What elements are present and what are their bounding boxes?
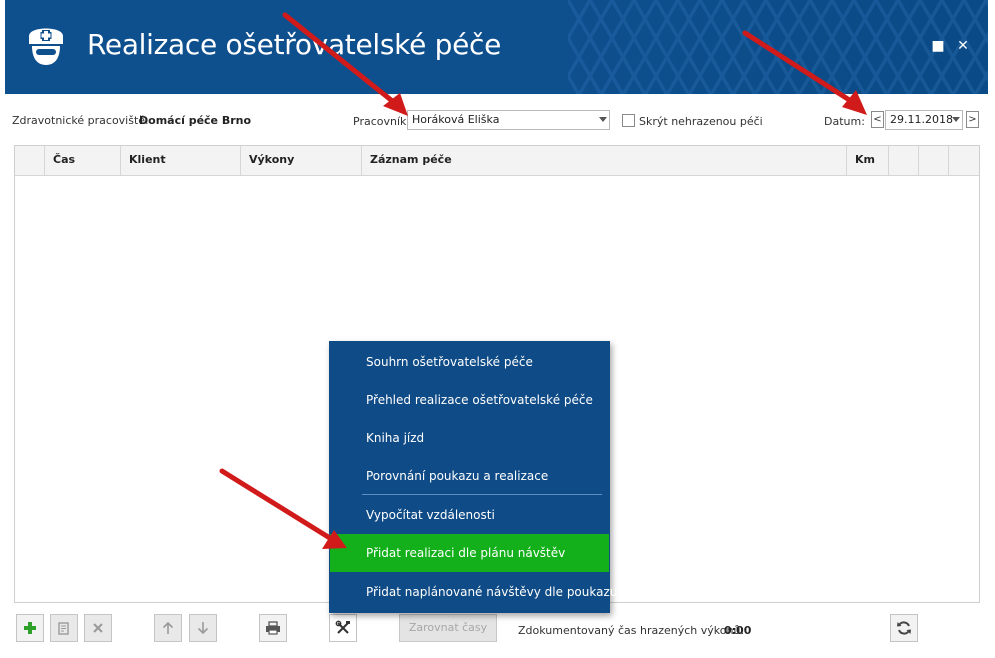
add-button[interactable] bbox=[16, 614, 44, 642]
column-header-time[interactable]: Čas bbox=[45, 146, 121, 176]
date-prev-button[interactable]: < bbox=[871, 111, 884, 128]
filter-bar: Zdravotnické pracoviště: Domácí péče Brn… bbox=[12, 108, 982, 134]
column-header-extra-1[interactable] bbox=[889, 146, 919, 176]
move-up-icon bbox=[162, 621, 174, 634]
tools-context-menu: Souhrn ošetřovatelské péče Přehled reali… bbox=[329, 341, 617, 613]
edit-button[interactable] bbox=[50, 614, 78, 642]
workplace-label: Zdravotnické pracoviště: bbox=[12, 114, 149, 127]
menu-item-care-summary[interactable]: Souhrn ošetřovatelské péče bbox=[330, 343, 609, 381]
column-header-select[interactable] bbox=[15, 146, 45, 176]
menu-separator bbox=[362, 494, 602, 495]
date-value: 29.11.2018 bbox=[890, 113, 953, 126]
move-down-icon bbox=[197, 622, 209, 635]
hide-unpaid-checkbox[interactable] bbox=[622, 114, 635, 127]
date-next-button[interactable]: > bbox=[966, 111, 979, 128]
title-bar: Realizace ošetřovatelské péče ■ ✕ bbox=[5, 0, 988, 94]
window-title: Realizace ošetřovatelské péče bbox=[87, 28, 502, 61]
date-picker[interactable]: 29.11.2018 bbox=[885, 110, 963, 130]
print-button[interactable] bbox=[259, 614, 287, 642]
worker-select-value: Horáková Eliška bbox=[412, 113, 500, 126]
edit-icon bbox=[58, 622, 69, 635]
menu-item-voucher-comparison[interactable]: Porovnání poukazu a realizace bbox=[330, 457, 609, 495]
column-header-services[interactable]: Výkony bbox=[241, 146, 362, 176]
add-icon bbox=[24, 622, 36, 634]
move-up-button[interactable] bbox=[154, 614, 182, 642]
hide-unpaid-label: Skrýt nehrazenou péči bbox=[639, 115, 763, 128]
nurse-logo-icon bbox=[29, 28, 63, 65]
refresh-icon bbox=[897, 621, 911, 635]
menu-item-logbook[interactable]: Kniha jízd bbox=[330, 419, 609, 457]
column-header-care-record[interactable]: Záznam péče bbox=[362, 146, 847, 176]
worker-select[interactable]: Horáková Eliška bbox=[407, 110, 610, 130]
move-down-button[interactable] bbox=[189, 614, 217, 642]
chevron-down-icon bbox=[599, 117, 607, 122]
column-header-km[interactable]: Km bbox=[847, 146, 889, 176]
menu-item-calculate-distances[interactable]: Vypočítat vzdálenosti bbox=[330, 496, 609, 534]
chevron-down-icon bbox=[952, 117, 960, 122]
worker-label: Pracovník: bbox=[353, 115, 411, 128]
workplace-value: Domácí péče Brno bbox=[139, 114, 252, 127]
menu-item-add-planned-visits[interactable]: Přidat naplánované návštěvy dle poukazu bbox=[330, 573, 617, 611]
documented-time-label: Zdokumentovaný čas hrazených výkonů: bbox=[518, 624, 745, 637]
menu-item-care-overview[interactable]: Přehled realizace ošetřovatelské péče bbox=[330, 381, 609, 419]
refresh-button[interactable] bbox=[890, 614, 918, 642]
tools-button[interactable] bbox=[329, 614, 357, 642]
documented-time-value: 0:00 bbox=[724, 624, 752, 637]
close-icon[interactable]: ✕ bbox=[955, 38, 971, 54]
menu-item-add-by-visit-plan[interactable]: Přidat realizaci dle plánu návštěv bbox=[330, 534, 609, 572]
print-icon bbox=[266, 621, 280, 635]
align-times-button[interactable]: Zarovnat časy bbox=[399, 614, 497, 642]
tools-icon bbox=[335, 620, 350, 634]
column-header-extra-2[interactable] bbox=[919, 146, 949, 176]
table-header: Čas Klient Výkony Záznam péče Km bbox=[15, 146, 979, 176]
title-bar-pattern bbox=[568, 0, 988, 94]
delete-button[interactable] bbox=[84, 614, 112, 642]
delete-icon bbox=[93, 623, 103, 633]
column-header-client[interactable]: Klient bbox=[121, 146, 241, 176]
column-header-extra-3[interactable] bbox=[949, 146, 979, 176]
maximize-icon[interactable]: ■ bbox=[930, 38, 946, 54]
date-label: Datum: bbox=[824, 115, 865, 128]
